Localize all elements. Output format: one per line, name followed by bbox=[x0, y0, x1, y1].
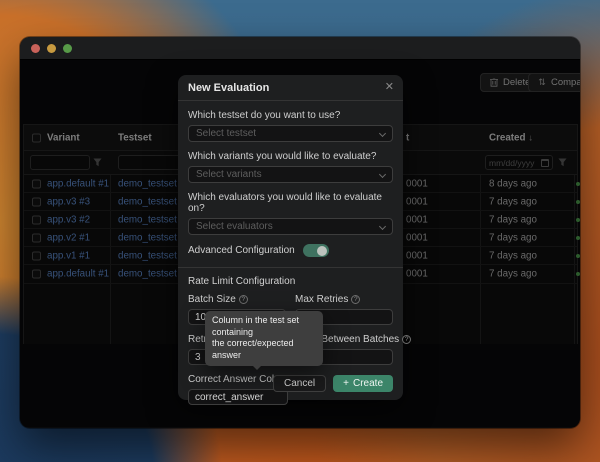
evaluators-select[interactable]: Select evaluators bbox=[188, 218, 393, 235]
window-titlebar bbox=[20, 37, 580, 60]
rate-limit-section-label: Rate Limit Configuration bbox=[188, 276, 393, 287]
close-icon[interactable]: ✕ bbox=[385, 80, 394, 93]
variants-select-placeholder: Select variants bbox=[196, 169, 262, 180]
create-button[interactable]: + Create bbox=[333, 375, 393, 392]
max-retries-label: Max Retries bbox=[295, 294, 348, 305]
zoom-window-button[interactable] bbox=[63, 44, 72, 53]
traffic-lights bbox=[31, 44, 72, 53]
help-circle-icon[interactable]: ? bbox=[239, 295, 248, 304]
tooltip-arrow bbox=[253, 366, 261, 370]
minimize-window-button[interactable] bbox=[47, 44, 56, 53]
variants-question-label: Which variants you would like to evaluat… bbox=[188, 151, 393, 162]
tooltip-line-2: the correct/expected answer bbox=[212, 338, 316, 361]
section-divider bbox=[178, 267, 403, 268]
evaluators-select-placeholder: Select evaluators bbox=[196, 221, 273, 232]
chevron-down-icon bbox=[379, 171, 386, 178]
chevron-down-icon bbox=[379, 223, 386, 230]
advanced-configuration-toggle[interactable] bbox=[303, 244, 329, 257]
close-window-button[interactable] bbox=[31, 44, 40, 53]
toggle-knob bbox=[317, 246, 327, 256]
advanced-configuration-row: Advanced Configuration bbox=[188, 244, 393, 257]
variants-select[interactable]: Select variants bbox=[188, 166, 393, 183]
tooltip-line-1: Column in the test set containing bbox=[212, 315, 316, 338]
testset-question-label: Which testset do you want to use? bbox=[188, 110, 393, 121]
modal-title: New Evaluation bbox=[188, 82, 269, 94]
evaluators-question-label: Which evaluators you would like to evalu… bbox=[188, 192, 393, 214]
cancel-button[interactable]: Cancel bbox=[273, 375, 326, 392]
create-button-label: Create bbox=[353, 378, 383, 389]
app-content: Delete ⇅ Compare Variant Testset t Creat… bbox=[20, 60, 580, 427]
help-tooltip: Column in the test set containing the co… bbox=[205, 311, 323, 366]
advanced-configuration-label: Advanced Configuration bbox=[188, 245, 295, 256]
testset-select-placeholder: Select testset bbox=[196, 128, 256, 139]
modal-header: New Evaluation ✕ bbox=[178, 75, 403, 101]
chevron-down-icon bbox=[379, 130, 386, 137]
plus-icon: + bbox=[343, 378, 349, 389]
modal-footer: Cancel + Create bbox=[273, 375, 393, 392]
desktop-wallpaper: Delete ⇅ Compare Variant Testset t Creat… bbox=[0, 0, 600, 462]
new-evaluation-modal: New Evaluation ✕ Which testset do you wa… bbox=[178, 75, 403, 400]
app-window: Delete ⇅ Compare Variant Testset t Creat… bbox=[20, 37, 580, 428]
help-circle-icon[interactable]: ? bbox=[351, 295, 360, 304]
testset-select[interactable]: Select testset bbox=[188, 125, 393, 142]
batch-size-label: Batch Size bbox=[188, 294, 236, 305]
